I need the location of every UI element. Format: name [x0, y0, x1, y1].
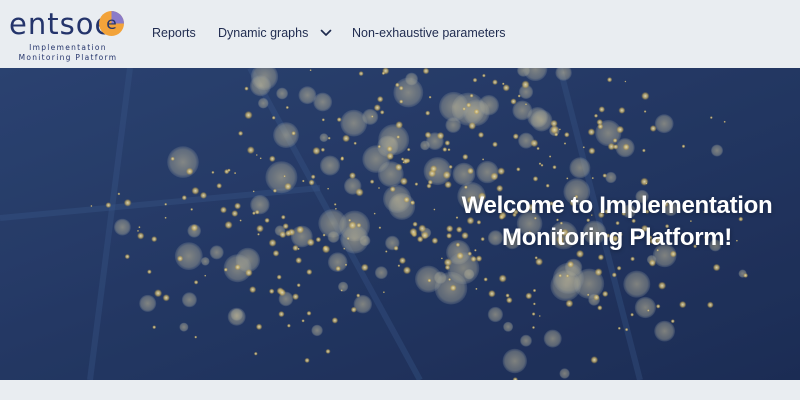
hero-welcome-title: Welcome to Implementation Monitoring Pla…: [452, 190, 782, 254]
logo-subtitle-line1: Implementation: [29, 43, 107, 52]
nav-non-exhaustive-parameters[interactable]: Non-exhaustive parameters: [352, 23, 506, 43]
nav-non-exhaustive-parameters-label: Non-exhaustive parameters: [352, 26, 506, 40]
hero-title-line1: Welcome to Implementation: [461, 192, 773, 219]
top-navigation-bar: entsoe e Implementation Monitoring Platf…: [0, 0, 800, 68]
logo-subtitle-line2: Monitoring Platform: [18, 53, 118, 62]
nav-reports-label: Reports: [152, 26, 196, 40]
svg-text:e: e: [106, 14, 116, 34]
nav-reports[interactable]: Reports: [152, 23, 196, 43]
entsoe-logo[interactable]: entsoe e Implementation Monitoring Platf…: [6, 6, 130, 64]
nav-dynamic-graphs-dropdown[interactable]: Dynamic graphs: [218, 23, 332, 43]
hero-banner: Welcome to Implementation Monitoring Pla…: [0, 68, 800, 380]
chevron-down-icon: [320, 29, 332, 36]
hero-title-line2: Monitoring Platform!: [502, 224, 732, 251]
page-footer-strip: [0, 380, 800, 400]
nav-dynamic-graphs-label: Dynamic graphs: [218, 26, 309, 40]
logo-e-emblem-icon: e: [99, 11, 124, 36]
